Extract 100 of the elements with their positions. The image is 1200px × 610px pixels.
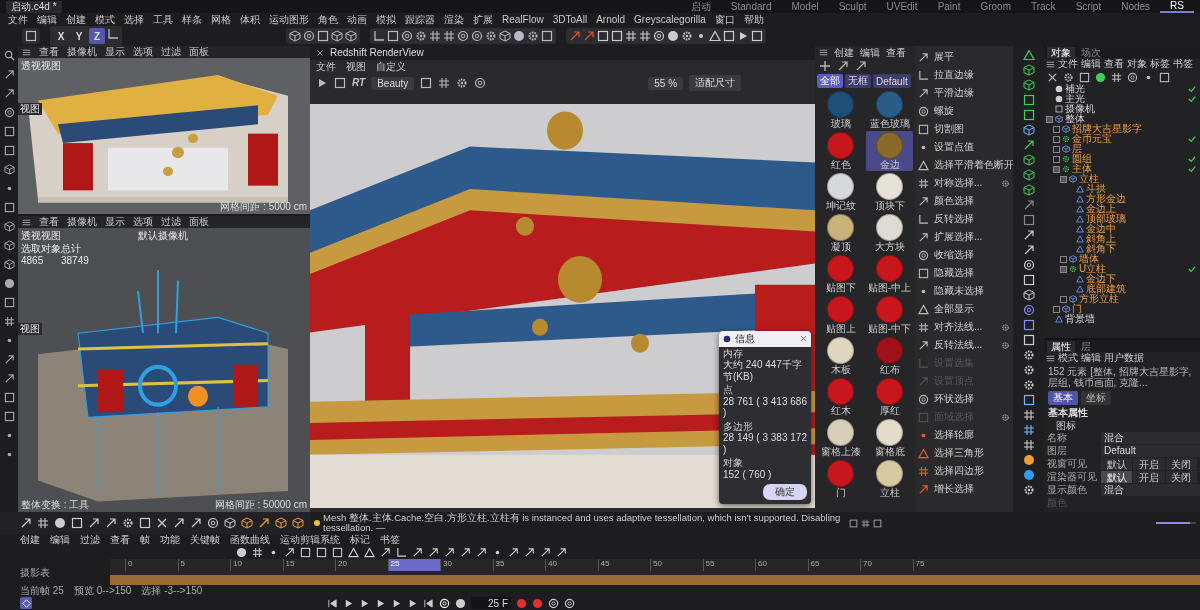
object-name[interactable]: 门 bbox=[1072, 304, 1082, 314]
layout-tab[interactable]: Sculpt bbox=[828, 0, 877, 13]
sphere-icon[interactable] bbox=[236, 546, 247, 558]
command-item[interactable]: 设置点值 bbox=[918, 138, 1010, 156]
gear-icon[interactable] bbox=[415, 30, 427, 42]
check-icon[interactable] bbox=[1188, 85, 1196, 93]
menu-item[interactable]: Greyscalegorilla bbox=[634, 13, 706, 26]
menu-item[interactable]: Arnold bbox=[596, 13, 626, 26]
object-name[interactable]: 立柱 bbox=[1079, 174, 1099, 184]
viewport-menu-item[interactable]: 面板 bbox=[189, 216, 209, 228]
material-item[interactable]: 贴图上 bbox=[817, 295, 864, 335]
axis-button[interactable]: Y bbox=[71, 28, 87, 44]
square-icon[interactable] bbox=[3, 411, 15, 422]
material-item[interactable]: 门 bbox=[817, 459, 864, 499]
gear-icon[interactable] bbox=[1022, 379, 1035, 391]
square-icon[interactable] bbox=[1079, 71, 1090, 83]
command-item[interactable]: 拉直边缘 bbox=[918, 66, 1010, 84]
cube-icon[interactable] bbox=[499, 30, 511, 42]
gear-icon[interactable] bbox=[1063, 71, 1074, 83]
timeline-ruler[interactable]: 0 5 10 15 20 25 30 35 40 45 50 55 60 65 70 75 bbox=[110, 559, 1200, 585]
ring-icon[interactable] bbox=[548, 597, 559, 609]
cube-icon[interactable] bbox=[1022, 124, 1035, 136]
object-menu-item[interactable]: 标签 bbox=[1150, 58, 1170, 70]
viewport-menu-item[interactable]: 选项 bbox=[133, 216, 153, 228]
option-button[interactable]: 开启 bbox=[1133, 470, 1165, 483]
arrow-icon[interactable] bbox=[444, 546, 455, 558]
arrow-icon[interactable] bbox=[855, 60, 867, 72]
arrow-icon[interactable] bbox=[837, 60, 849, 72]
arrow-icon[interactable] bbox=[412, 546, 423, 558]
object-name[interactable]: 招牌大吉星影字 bbox=[1072, 124, 1142, 134]
aov-dropdown[interactable]: Beauty bbox=[371, 76, 415, 90]
attribute-menu-item[interactable]: 模式 bbox=[1058, 352, 1078, 364]
gear-icon[interactable] bbox=[1022, 484, 1035, 496]
ring-icon[interactable] bbox=[564, 597, 575, 609]
text-field[interactable]: Default bbox=[1101, 444, 1200, 457]
option-button[interactable]: 默认 bbox=[1101, 470, 1133, 483]
gear-icon[interactable] bbox=[485, 30, 497, 42]
filter-tag[interactable]: 全部 bbox=[817, 74, 843, 88]
menu-item[interactable]: 扩展 bbox=[473, 13, 493, 26]
arrow-icon[interactable] bbox=[105, 517, 117, 529]
grid-icon[interactable] bbox=[443, 30, 455, 42]
gear-icon[interactable] bbox=[527, 30, 539, 42]
panel-tab[interactable]: 场次 bbox=[1077, 46, 1105, 58]
command-item[interactable]: 反转法线... bbox=[918, 336, 1010, 354]
option-button[interactable]: 默认 bbox=[1101, 457, 1133, 470]
cube-icon[interactable] bbox=[1022, 184, 1035, 196]
cube-icon[interactable] bbox=[331, 30, 343, 42]
expand-toggle[interactable] bbox=[1060, 295, 1067, 303]
ring-icon[interactable] bbox=[653, 30, 665, 42]
viewport-menu-item[interactable]: 过滤 bbox=[161, 46, 181, 58]
gear-icon[interactable] bbox=[122, 517, 134, 529]
layout-tab[interactable]: Model bbox=[781, 0, 829, 13]
frame-field[interactable]: 25 F bbox=[471, 597, 511, 609]
layout-tab[interactable]: Track bbox=[1021, 0, 1066, 13]
arrow-icon[interactable] bbox=[284, 546, 295, 558]
viewport-menu-item[interactable]: 显示 bbox=[105, 46, 125, 58]
material-menu-item[interactable]: 编辑 bbox=[860, 46, 880, 59]
viewport-menu-item[interactable]: 面板 bbox=[189, 46, 209, 58]
square-icon[interactable] bbox=[317, 30, 329, 42]
square-icon[interactable] bbox=[723, 30, 735, 42]
ring-icon[interactable] bbox=[207, 517, 219, 529]
material-item[interactable]: 红木 bbox=[817, 377, 864, 417]
square-icon[interactable] bbox=[873, 518, 882, 528]
square-icon[interactable] bbox=[849, 518, 858, 528]
command-item[interactable]: 切割图 bbox=[918, 120, 1010, 138]
panel-tab[interactable]: 层 bbox=[1077, 340, 1095, 352]
arrow-icon[interactable] bbox=[190, 517, 202, 529]
timeline-menu-item[interactable]: 运动剪辑系统 bbox=[280, 533, 340, 546]
object-menu-item[interactable]: 查看 bbox=[1104, 58, 1124, 70]
command-item[interactable]: 增长选择 bbox=[918, 480, 1010, 498]
command-item[interactable]: 收缩选择 bbox=[918, 246, 1010, 264]
square-icon[interactable] bbox=[1022, 274, 1035, 286]
cube-icon[interactable] bbox=[1022, 289, 1035, 301]
object-name[interactable]: 方形立柱 bbox=[1079, 294, 1119, 304]
command-item[interactable]: 选择轮廓 bbox=[918, 426, 1010, 444]
layout-tab[interactable]: Paint bbox=[927, 0, 971, 13]
material-item[interactable]: 凝顶 bbox=[817, 213, 864, 253]
expand-toggle[interactable] bbox=[1053, 125, 1060, 133]
play-icon[interactable] bbox=[359, 597, 370, 609]
arrow-icon[interactable] bbox=[476, 546, 487, 558]
timeline-menu-item[interactable]: 函数曲线 bbox=[230, 533, 270, 546]
command-item[interactable]: 隐藏未选择 bbox=[918, 282, 1010, 300]
object-menu-item[interactable]: 编辑 bbox=[1081, 58, 1101, 70]
square-icon[interactable] bbox=[3, 202, 15, 213]
square-icon[interactable] bbox=[3, 297, 15, 308]
ring-icon[interactable] bbox=[471, 30, 483, 42]
object-name[interactable]: 整体 bbox=[1065, 114, 1085, 124]
viewport-menu-item[interactable]: 查看 bbox=[39, 46, 59, 58]
object-name[interactable]: 方形金边 bbox=[1086, 194, 1126, 204]
menu-item[interactable]: 跟踪器 bbox=[405, 13, 435, 26]
grid-icon[interactable] bbox=[37, 517, 49, 529]
layout-tab[interactable]: 启动 bbox=[680, 0, 721, 13]
cube-icon[interactable] bbox=[275, 517, 287, 529]
command-item[interactable]: 反转选择 bbox=[918, 210, 1010, 228]
menu-item[interactable]: 工具 bbox=[153, 13, 173, 26]
option-button[interactable]: 关闭 bbox=[1165, 470, 1197, 483]
menu-item[interactable]: RealFlow bbox=[502, 13, 544, 26]
arrow-icon[interactable] bbox=[3, 69, 15, 80]
square-icon[interactable] bbox=[71, 517, 83, 529]
square-icon[interactable] bbox=[541, 30, 553, 42]
